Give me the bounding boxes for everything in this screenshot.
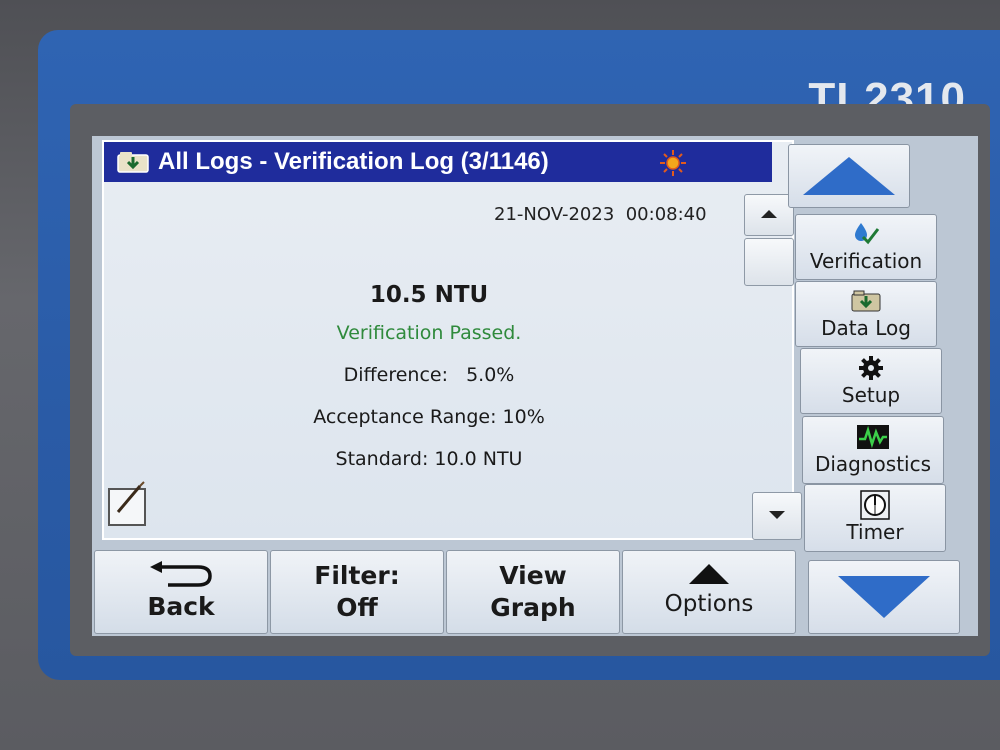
down-arrow-icon bbox=[769, 511, 785, 519]
view-label: View bbox=[499, 561, 567, 590]
gear-icon bbox=[858, 355, 884, 381]
verification-drop-icon bbox=[851, 221, 881, 247]
log-date: 21-NOV-2023 bbox=[494, 204, 615, 225]
log-time: 00:08:40 bbox=[625, 204, 707, 225]
log-timestamp: 21-NOV-2023 00:08:40 bbox=[494, 204, 707, 225]
back-label: Back bbox=[147, 592, 215, 621]
pencil-icon bbox=[116, 481, 145, 513]
down-arrow-icon bbox=[838, 576, 930, 618]
back-arrow-icon bbox=[150, 561, 212, 587]
log-panel: All Logs - Verification Log (3/1146) 21-… bbox=[102, 140, 802, 540]
up-triangle-icon bbox=[689, 564, 729, 584]
sidebar-item-data-log[interactable]: Data Log bbox=[795, 281, 937, 347]
waveform-icon bbox=[856, 424, 890, 450]
edit-note-button[interactable] bbox=[108, 481, 146, 526]
menu-scroll-down-button[interactable] bbox=[808, 560, 960, 634]
acceptance-range-text: Acceptance Range: 10% bbox=[313, 406, 545, 428]
sidebar-item-label: Timer bbox=[846, 520, 904, 544]
measurement-value: 10.5 NTU bbox=[369, 282, 489, 308]
filter-value: Off bbox=[336, 593, 378, 622]
sidebar-item-setup[interactable]: Setup bbox=[800, 348, 942, 414]
sidebar-item-verification[interactable]: Verification bbox=[795, 214, 937, 280]
filter-button[interactable]: Filter: Off bbox=[270, 550, 444, 634]
scrollbar-thumb[interactable] bbox=[744, 238, 794, 286]
sidebar-item-label: Setup bbox=[841, 383, 901, 407]
sidebar-item-timer[interactable]: Timer bbox=[804, 484, 946, 552]
menu-scroll-up-button[interactable] bbox=[788, 144, 910, 208]
sidebar-item-label: Data Log bbox=[821, 316, 911, 340]
standard-text: Standard: 10.0 NTU bbox=[335, 448, 523, 470]
options-button[interactable]: Options bbox=[622, 550, 796, 634]
lamp-sun-icon bbox=[660, 150, 686, 176]
timer-icon bbox=[860, 490, 890, 520]
sidebar-item-label: Verification bbox=[809, 249, 923, 273]
title-bar: All Logs - Verification Log (3/1146) bbox=[104, 142, 772, 182]
scroll-up-button[interactable] bbox=[744, 194, 794, 236]
back-button[interactable]: Back bbox=[94, 550, 268, 634]
view-graph-button[interactable]: View Graph bbox=[446, 550, 620, 634]
graph-label: Graph bbox=[490, 593, 576, 622]
difference-text: Difference: 5.0% bbox=[343, 364, 515, 386]
up-arrow-icon bbox=[761, 210, 777, 218]
verification-status: Verification Passed. bbox=[336, 322, 522, 344]
options-label: Options bbox=[664, 591, 754, 617]
data-log-icon bbox=[116, 151, 150, 173]
filter-label: Filter: bbox=[314, 561, 400, 590]
page-title: All Logs - Verification Log (3/1146) bbox=[158, 148, 549, 175]
sidebar-item-diagnostics[interactable]: Diagnostics bbox=[802, 416, 944, 484]
sidebar-item-label: Diagnostics bbox=[814, 452, 932, 476]
up-arrow-icon bbox=[803, 157, 895, 195]
data-log-icon bbox=[850, 288, 882, 314]
scroll-down-button[interactable] bbox=[752, 492, 802, 540]
touchscreen: All Logs - Verification Log (3/1146) 21-… bbox=[92, 136, 978, 636]
